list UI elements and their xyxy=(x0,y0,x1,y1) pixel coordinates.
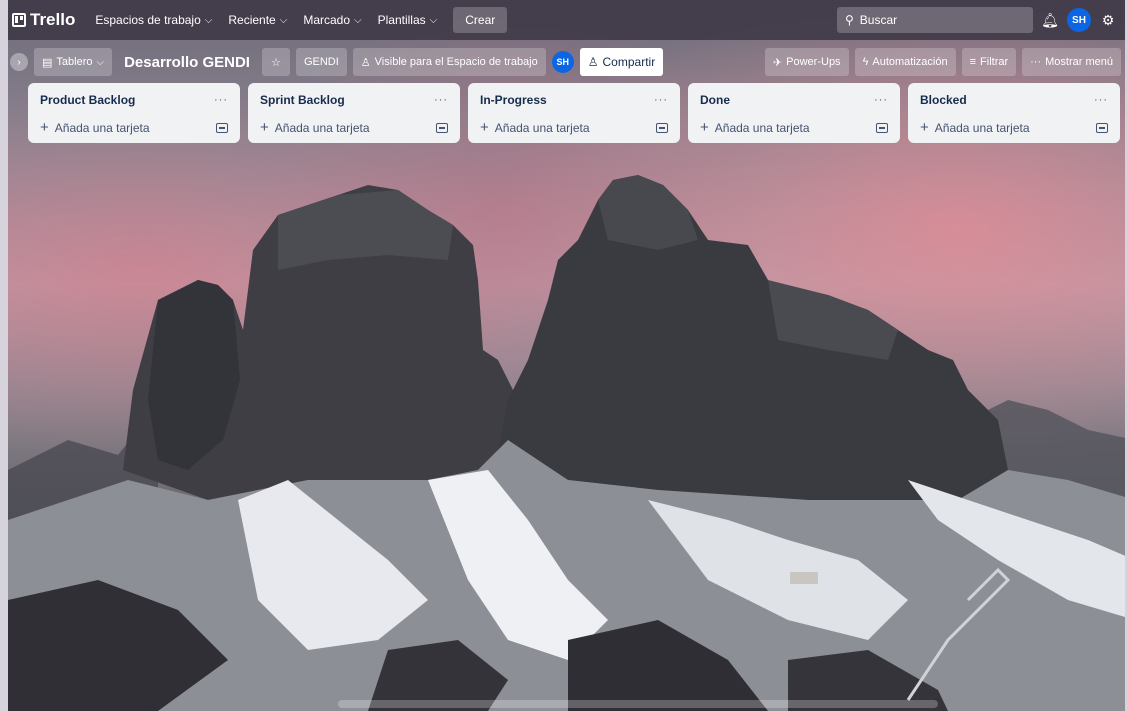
card-template-icon[interactable] xyxy=(1096,123,1108,133)
trello-app: Trello Espacios de trabajo ⌵ Reciente ⌵ … xyxy=(0,0,1127,711)
list-column: Blocked ··· + Añada una tarjeta xyxy=(908,83,1120,143)
list-menu-icon[interactable]: ··· xyxy=(874,94,888,106)
settings-icon[interactable]: ⚙ xyxy=(1097,12,1119,29)
filter-icon: ≡ xyxy=(969,56,977,68)
workspaces-label: Espacios de trabajo xyxy=(95,13,201,27)
board-view-label: Tablero xyxy=(56,56,93,68)
list-column: Sprint Backlog ··· + Añada una tarjeta xyxy=(248,83,460,143)
add-card-button[interactable]: + Añada una tarjeta xyxy=(40,119,150,136)
list-menu-icon[interactable]: ··· xyxy=(1094,94,1108,106)
board-lists: Product Backlog ··· + Añada una tarjeta … xyxy=(28,83,1120,143)
people-icon: ♙ xyxy=(360,56,371,69)
list-title[interactable]: Sprint Backlog xyxy=(260,93,345,107)
card-template-icon[interactable] xyxy=(656,123,668,133)
list-title[interactable]: In-Progress xyxy=(480,93,547,107)
plus-icon: + xyxy=(480,119,489,136)
templates-label: Plantillas xyxy=(377,13,426,27)
visibility-button[interactable]: ♙ Visible para el Espacio de trabajo xyxy=(352,48,546,76)
list-title[interactable]: Done xyxy=(700,93,730,107)
recent-menu[interactable]: Reciente ⌵ xyxy=(220,7,295,33)
list-column: In-Progress ··· + Añada una tarjeta xyxy=(468,83,680,143)
person-icon: ♙ xyxy=(587,55,599,69)
bell-icon[interactable]: 🔔︎ xyxy=(1039,12,1061,29)
add-card-label: Añada una tarjeta xyxy=(934,121,1030,135)
list-menu-icon[interactable]: ··· xyxy=(214,94,228,106)
add-card-button[interactable]: + Añada una tarjeta xyxy=(920,119,1030,136)
chevron-down-icon: ⌵ xyxy=(354,14,362,26)
avatar[interactable]: SH xyxy=(1067,8,1091,32)
workspaces-menu[interactable]: Espacios de trabajo ⌵ xyxy=(87,7,220,33)
powerups-label: Power-Ups xyxy=(786,56,841,68)
templates-menu[interactable]: Plantillas ⌵ xyxy=(370,7,446,33)
search-icon: ⚲ xyxy=(845,13,854,27)
workspace-chip[interactable]: GENDI xyxy=(295,48,347,76)
create-button[interactable]: Crear xyxy=(453,7,508,33)
top-navigation: Trello Espacios de trabajo ⌵ Reciente ⌵ … xyxy=(8,0,1125,40)
rocket-icon: ✈ xyxy=(772,56,783,69)
star-icon: ☆ xyxy=(271,56,281,69)
trello-logo-icon xyxy=(12,13,26,27)
card-template-icon[interactable] xyxy=(436,123,448,133)
add-card-label: Añada una tarjeta xyxy=(54,121,150,135)
add-card-label: Añada una tarjeta xyxy=(494,121,590,135)
add-card-button[interactable]: + Añada una tarjeta xyxy=(260,119,370,136)
board-view-switcher[interactable]: ▤ Tablero ⌵ xyxy=(34,48,113,76)
board-header: › ▤ Tablero ⌵ Desarrollo GENDI ☆ GENDI ♙… xyxy=(8,42,1125,82)
add-card-label: Añada una tarjeta xyxy=(714,121,810,135)
list-menu-icon[interactable]: ··· xyxy=(654,94,668,106)
search-placeholder: Buscar xyxy=(859,13,898,27)
automation-label: Automatización xyxy=(872,56,948,68)
board-members: SH xyxy=(551,51,574,73)
starred-menu[interactable]: Marcado ⌵ xyxy=(295,7,369,33)
share-label: Compartir xyxy=(602,55,656,69)
list-title[interactable]: Product Backlog xyxy=(40,93,135,107)
board-title[interactable]: Desarrollo GENDI xyxy=(118,54,256,71)
visibility-label: Visible para el Espacio de trabajo xyxy=(374,56,538,68)
plus-icon: + xyxy=(260,119,269,136)
card-template-icon[interactable] xyxy=(876,123,888,133)
automation-button[interactable]: ϟ Automatización xyxy=(854,48,956,76)
add-card-button[interactable]: + Añada una tarjeta xyxy=(480,119,590,136)
card-template-icon[interactable] xyxy=(216,123,228,133)
show-menu-label: Mostrar menú xyxy=(1045,56,1113,68)
list-column: Done ··· + Añada una tarjeta xyxy=(688,83,900,143)
list-column: Product Backlog ··· + Añada una tarjeta xyxy=(28,83,240,143)
share-button[interactable]: ♙ Compartir xyxy=(579,48,664,76)
plus-icon: + xyxy=(40,119,49,136)
search-input[interactable]: ⚲ Buscar xyxy=(837,7,1033,33)
show-menu-button[interactable]: ··· Mostrar menú xyxy=(1022,48,1121,76)
add-card-button[interactable]: + Añada una tarjeta xyxy=(700,119,810,136)
powerups-button[interactable]: ✈ Power-Ups xyxy=(764,48,849,76)
plus-icon: + xyxy=(700,119,709,136)
list-menu-icon[interactable]: ··· xyxy=(434,94,448,106)
board-actions: ✈ Power-Ups ϟ Automatización ≡ Filtrar ·… xyxy=(764,48,1121,76)
board-view-icon: ▤ xyxy=(42,56,53,69)
member-avatar[interactable]: SH xyxy=(551,51,574,73)
chevron-down-icon: ⌵ xyxy=(279,14,288,26)
list-title[interactable]: Blocked xyxy=(920,93,967,107)
chevron-down-icon: ⌵ xyxy=(204,14,213,26)
chevron-down-icon: ⌵ xyxy=(96,56,105,68)
star-board-button[interactable]: ☆ xyxy=(261,48,290,76)
filter-label: Filtrar xyxy=(980,56,1009,68)
logo-text: Trello xyxy=(30,10,76,29)
filter-button[interactable]: ≡ Filtrar xyxy=(961,48,1017,76)
chevron-down-icon: ⌵ xyxy=(429,14,438,26)
starred-label: Marcado xyxy=(303,13,351,27)
expand-sidebar-icon[interactable]: › xyxy=(10,53,28,71)
lightning-icon: ϟ xyxy=(862,56,869,68)
horizontal-scrollbar[interactable] xyxy=(338,700,938,708)
more-icon: ··· xyxy=(1030,56,1042,68)
trello-logo[interactable]: Trello xyxy=(12,10,75,30)
recent-label: Reciente xyxy=(228,13,276,27)
plus-icon: + xyxy=(920,119,929,136)
add-card-label: Añada una tarjeta xyxy=(274,121,370,135)
